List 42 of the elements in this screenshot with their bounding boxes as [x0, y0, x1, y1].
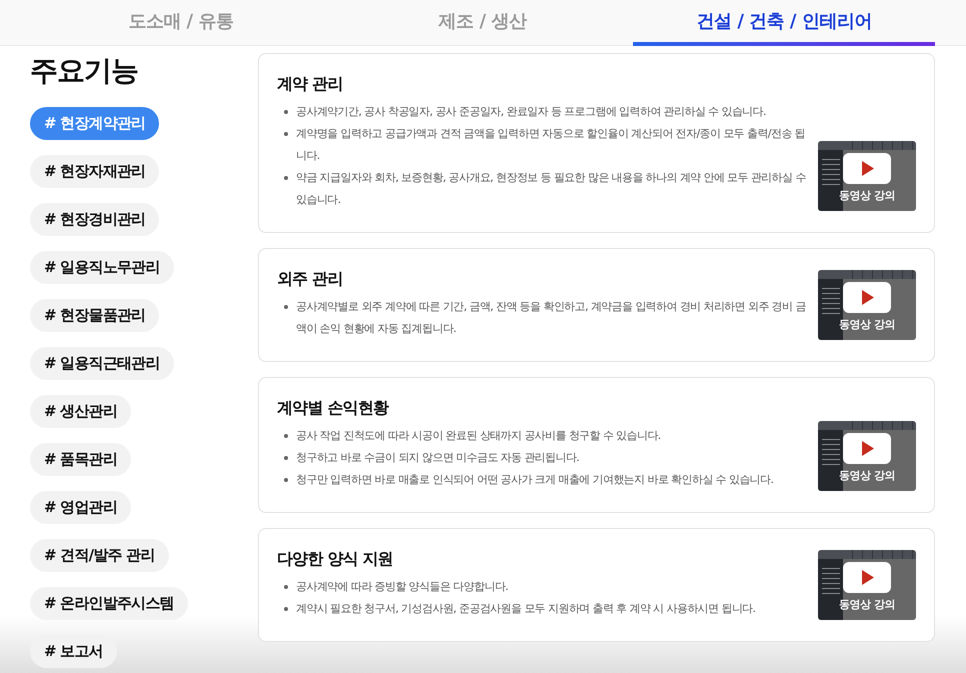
sidebar-title: 주요기능	[30, 53, 138, 89]
bullet-icon	[284, 434, 288, 438]
sidebar-item[interactable]: # 현장계약관리	[30, 107, 160, 140]
bullet-text: 계약시 필요한 청구서, 기성검사원, 준공검사원을 모두 지원하며 출력 후 계약 시 사용하시면 됩니다.	[296, 601, 756, 617]
bullet-text: 공사 작업 진척도에 따라 시공이 완료된 상태까지 공사비를 청구할 수 있습니다.	[296, 428, 661, 444]
sidebar-item[interactable]: # 온라인발주시스템	[30, 587, 188, 620]
bullet-text: 공사계약기간, 공사 착공일자, 공사 준공일자, 완료일자 등 프로그램에 입력하여 관리하실 수 있습니다.	[296, 104, 766, 120]
bullet-icon	[284, 176, 288, 180]
bullet-text: 계약명을 입력하고 공급가액과 견적 금액을 입력하면 자동으로 할인율이 계산되어 전자/종이 모두 출력/전송 됩니다.	[296, 126, 806, 164]
bullet-text: 약금 지급일자와 회차, 보증현황, 공사개요, 현장정보 등 필요한 많은 내용을 하나의 계약 안에 모두 관리하실 수 있습니다.	[296, 170, 807, 208]
sidebar-item[interactable]: # 현장경비관리	[30, 203, 160, 236]
sidebar-item[interactable]: # 일용직노무관리	[30, 251, 174, 284]
video-lecture-link[interactable]: 동영상 강의	[818, 550, 916, 620]
bullet-icon	[284, 456, 288, 460]
card-title: 다양한 양식 지원	[277, 548, 394, 570]
bullet-text: 청구만 입력하면 바로 매출로 인식되어 어떤 공사가 크게 매출에 기여했는지 바로 확인하실 수 있습니다.	[296, 472, 774, 488]
sidebar-item[interactable]: # 견적/발주 관리	[30, 539, 168, 572]
video-lecture-link[interactable]: 동영상 강의	[818, 141, 916, 211]
bullet-text: 청구하고 바로 수금이 되지 않으면 미수금도 자동 관리됩니다.	[296, 450, 580, 466]
card-title: 외주 관리	[277, 268, 344, 290]
video-lecture-link[interactable]: 동영상 강의	[818, 270, 916, 340]
sidebar-item[interactable]: # 품목관리	[30, 443, 131, 476]
sidebar-item[interactable]: # 생산관리	[30, 395, 131, 428]
card-title: 계약별 손익현황	[277, 397, 390, 419]
bullet-icon	[284, 607, 288, 611]
bullet-text: 공사계약에 따라 증빙할 양식들은 다양합니다.	[296, 579, 508, 595]
bullet-text: 공사계약별로 외주 계약에 따른 기간, 금액, 잔액 등을 확인하고, 계약금을 입력하여 경비 처리하면 외주 경비 금액이 손익 현황에 자동 집계됩니다.	[296, 299, 807, 337]
card-title: 계약 관리	[277, 73, 344, 95]
video-lecture-link[interactable]: 동영상 강의	[818, 421, 916, 491]
bullet-icon	[284, 110, 288, 114]
bullet-icon	[284, 132, 288, 136]
play-icon	[843, 562, 891, 593]
play-icon	[843, 433, 891, 464]
sidebar-item[interactable]: # 현장물품관리	[30, 299, 160, 332]
bullet-icon	[284, 305, 288, 309]
play-icon	[843, 153, 891, 184]
sidebar-item[interactable]: # 영업관리	[30, 491, 131, 524]
sidebar-item[interactable]: # 일용직근태관리	[30, 347, 174, 380]
bullet-icon	[284, 478, 288, 482]
bullet-icon	[284, 585, 288, 589]
sidebar-item[interactable]: # 현장자재관리	[30, 155, 160, 188]
play-icon	[843, 282, 891, 313]
